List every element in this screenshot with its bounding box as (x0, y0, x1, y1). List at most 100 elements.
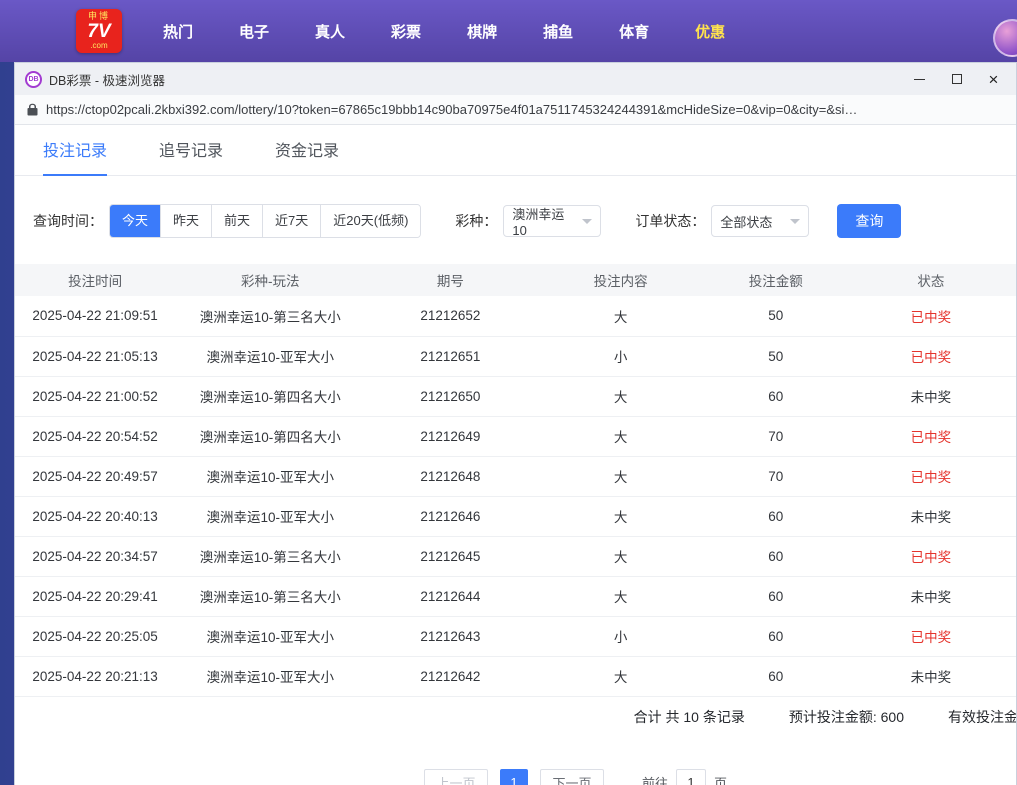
cell-bet-time: 2025-04-22 20:21:13 (15, 656, 175, 696)
time-filter-yesterday[interactable]: 昨天 (160, 205, 211, 237)
order-status-select[interactable]: 全部状态 (711, 205, 809, 237)
address-bar[interactable]: https://ctop02pcali.2kbxi392.com/lottery… (15, 95, 1016, 125)
cell-status: 未中奖 (846, 656, 1016, 696)
header-bet-content: 投注内容 (536, 264, 706, 296)
cell-issue: 21212642 (365, 656, 535, 696)
cell-status: 已中奖 (846, 456, 1016, 496)
header-bet-amount: 投注金额 (706, 264, 846, 296)
db-lottery-icon: DB (25, 71, 42, 88)
header-issue: 期号 (365, 264, 535, 296)
bet-records-table: 投注时间 彩种-玩法 期号 投注内容 投注金额 状态 2025-04-22 21… (15, 264, 1016, 697)
table-row: 2025-04-22 20:25:05 澳洲幸运10-亚军大小 21212643… (15, 616, 1016, 656)
browser-window: DB DB彩票 - 极速浏览器 × https://ctop02pcali.2k… (14, 62, 1017, 785)
next-page-button[interactable]: 下一页 (540, 769, 604, 785)
cell-status: 已中奖 (846, 296, 1016, 336)
time-filter-last-20-days[interactable]: 近20天(低频) (320, 205, 420, 237)
lottery-records-page: 投注记录 追号记录 资金记录 查询时间： 今天 昨天 前天 近7天 近20天(低… (15, 125, 1016, 785)
goto-label: 前往 (642, 773, 668, 785)
chevron-down-icon (582, 219, 592, 224)
cell-bet-amount: 70 (706, 456, 846, 496)
header-game-play: 彩种-玩法 (175, 264, 365, 296)
cell-bet-time: 2025-04-22 20:40:13 (15, 496, 175, 536)
cell-bet-time: 2025-04-22 20:34:57 (15, 536, 175, 576)
cell-status: 已中奖 (846, 616, 1016, 656)
minimize-button[interactable] (901, 63, 938, 95)
cell-bet-content: 大 (536, 576, 706, 616)
cell-game-play: 澳洲幸运10-第四名大小 (175, 376, 365, 416)
goto-suffix: 页 (714, 773, 727, 785)
table-row: 2025-04-22 20:40:13 澳洲幸运10-亚军大小 21212646… (15, 496, 1016, 536)
header-bet-time: 投注时间 (15, 264, 175, 296)
url-text: https://ctop02pcali.2kbxi392.com/lottery… (46, 102, 857, 117)
nav-item-live[interactable]: 真人 (299, 0, 361, 62)
query-button[interactable]: 查询 (837, 204, 901, 238)
lottery-type-label: 彩种： (455, 211, 497, 231)
cell-bet-amount: 60 (706, 376, 846, 416)
nav-menu: 热门 电子 真人 彩票 棋牌 捕鱼 体育 优惠 (140, 0, 748, 62)
nav-item-sports[interactable]: 体育 (603, 0, 665, 62)
cell-bet-time: 2025-04-22 20:29:41 (15, 576, 175, 616)
time-filter-day-before[interactable]: 前天 (211, 205, 262, 237)
cell-bet-content: 大 (536, 416, 706, 456)
goto-page-input[interactable] (676, 769, 706, 785)
prev-page-button[interactable]: 上一页 (424, 769, 488, 785)
cell-bet-time: 2025-04-22 21:00:52 (15, 376, 175, 416)
cell-issue: 21212644 (365, 576, 535, 616)
cell-bet-content: 大 (536, 496, 706, 536)
cell-status: 已中奖 (846, 536, 1016, 576)
cell-bet-time: 2025-04-22 20:49:57 (15, 456, 175, 496)
summary-bar: 合计 共 10 条记录 预计投注金额: 600 有效投注金额 (15, 697, 1016, 737)
logo-bottom-text: .com (90, 42, 107, 50)
cell-status: 已中奖 (846, 416, 1016, 456)
cell-issue: 21212646 (365, 496, 535, 536)
cell-bet-content: 小 (536, 616, 706, 656)
order-status-value: 全部状态 (720, 212, 772, 231)
nav-item-electronic[interactable]: 电子 (223, 0, 285, 62)
chevron-down-icon (790, 219, 800, 224)
close-button[interactable]: × (975, 63, 1012, 95)
lottery-type-select[interactable]: 澳洲幸运10 (503, 205, 601, 237)
table-row: 2025-04-22 20:54:52 澳洲幸运10-第四名大小 2121264… (15, 416, 1016, 456)
page-1-button[interactable]: 1 (500, 769, 528, 785)
logo-main-text: 7V (87, 22, 110, 41)
cell-bet-content: 大 (536, 656, 706, 696)
cell-game-play: 澳洲幸运10-亚军大小 (175, 456, 365, 496)
cell-bet-time: 2025-04-22 20:54:52 (15, 416, 175, 456)
summary-expected: 预计投注金额: 600 (789, 707, 904, 727)
table-body: 2025-04-22 21:09:51 澳洲幸运10-第三名大小 2121265… (15, 296, 1016, 696)
cell-bet-amount: 50 (706, 336, 846, 376)
cell-status: 已中奖 (846, 336, 1016, 376)
cell-bet-content: 大 (536, 456, 706, 496)
nav-item-fishing[interactable]: 捕鱼 (527, 0, 589, 62)
cell-issue: 21212649 (365, 416, 535, 456)
tab-chase-records[interactable]: 追号记录 (159, 137, 223, 175)
nav-item-chess[interactable]: 棋牌 (451, 0, 513, 62)
time-filter-today[interactable]: 今天 (110, 205, 160, 237)
lottery-type-value: 澳洲幸运10 (512, 204, 578, 238)
site-logo[interactable]: 申博 7V .com (76, 9, 122, 53)
nav-item-hot[interactable]: 热门 (147, 0, 209, 62)
cell-game-play: 澳洲幸运10-第三名大小 (175, 296, 365, 336)
table-row: 2025-04-22 21:05:13 澳洲幸运10-亚军大小 21212651… (15, 336, 1016, 376)
tab-bet-records[interactable]: 投注记录 (43, 137, 107, 176)
cell-game-play: 澳洲幸运10-亚军大小 (175, 496, 365, 536)
cell-issue: 21212652 (365, 296, 535, 336)
time-filter-last-7-days[interactable]: 近7天 (262, 205, 320, 237)
cell-bet-amount: 60 (706, 616, 846, 656)
user-avatar[interactable] (993, 19, 1017, 57)
browser-titlebar[interactable]: DB DB彩票 - 极速浏览器 × (15, 63, 1016, 95)
maximize-icon (952, 74, 962, 84)
site-navbar: 申博 7V .com 热门 电子 真人 彩票 棋牌 捕鱼 体育 优惠 (0, 0, 1017, 62)
table-row: 2025-04-22 20:29:41 澳洲幸运10-第三名大小 2121264… (15, 576, 1016, 616)
window-title: DB彩票 - 极速浏览器 (49, 70, 165, 89)
cell-bet-amount: 60 (706, 656, 846, 696)
table-row: 2025-04-22 20:21:13 澳洲幸运10-亚军大小 21212642… (15, 656, 1016, 696)
tab-fund-records[interactable]: 资金记录 (275, 137, 339, 175)
cell-game-play: 澳洲幸运10-亚军大小 (175, 656, 365, 696)
maximize-button[interactable] (938, 63, 975, 95)
nav-item-lottery[interactable]: 彩票 (375, 0, 437, 62)
time-filter-group: 今天 昨天 前天 近7天 近20天(低频) (109, 204, 421, 238)
nav-item-promo[interactable]: 优惠 (679, 0, 741, 62)
cell-issue: 21212650 (365, 376, 535, 416)
table-row: 2025-04-22 20:34:57 澳洲幸运10-第三名大小 2121264… (15, 536, 1016, 576)
